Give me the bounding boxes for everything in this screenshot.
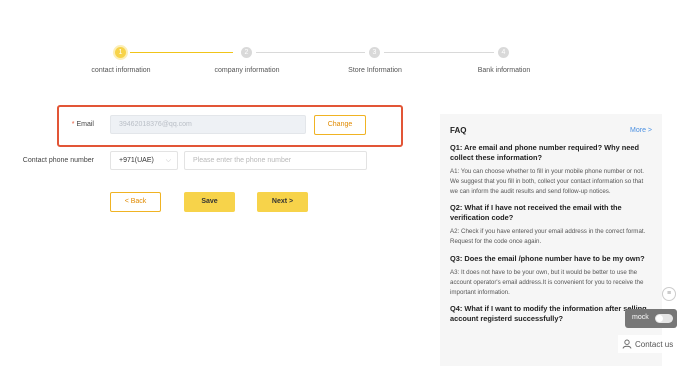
menu-icon[interactable]: ≡	[662, 287, 676, 301]
back-button[interactable]: < Back	[110, 192, 161, 212]
mock-label: mock	[632, 314, 649, 321]
country-code-select[interactable]: +971(UAE) ⌵	[110, 151, 178, 170]
progress-stepper: 1 2 3 4 contact information company info…	[0, 0, 698, 80]
step-connector	[384, 52, 494, 53]
required-mark: *	[71, 121, 75, 128]
step-3-indicator: 3	[369, 47, 380, 58]
mock-toggle[interactable]: mock	[625, 309, 677, 328]
faq-question: Q3: Does the email /phone number have to…	[450, 253, 645, 263]
faq-title: FAQ	[450, 126, 467, 135]
contact-us-button[interactable]: Contact us	[618, 335, 680, 353]
faq-answer: A3: It does not have to be your own, but…	[450, 268, 644, 296]
mock-switch[interactable]	[655, 314, 673, 323]
change-email-button[interactable]: Change	[314, 115, 366, 135]
phone-label: Contact phone number	[22, 157, 94, 164]
step-4-label: Bank information	[477, 67, 531, 74]
faq-answer: A2: Check if you have entered your email…	[450, 228, 646, 246]
next-button[interactable]: Next >	[257, 192, 308, 212]
faq-question: Q4: What if I want to modify the informa…	[450, 304, 647, 324]
faq-question: Q2: What if I have not received the emai…	[450, 203, 622, 223]
email-field[interactable]: 39462018376@qq.com	[110, 115, 306, 134]
step-connector	[256, 52, 365, 53]
step-4-indicator: 4	[498, 47, 509, 58]
email-label: * Email	[71, 121, 94, 128]
step-1-indicator: 1	[115, 47, 126, 58]
faq-answer: A1: You can choose whether to fill in yo…	[450, 168, 644, 195]
step-2-label: company information	[214, 67, 280, 74]
step-connector	[130, 52, 233, 53]
phone-number-input[interactable]: Please enter the phone number	[184, 151, 367, 170]
contact-us-label: Contact us	[635, 339, 674, 349]
save-button[interactable]: Save	[184, 192, 235, 212]
user-icon	[622, 339, 632, 349]
step-3-label: Store Information	[348, 67, 402, 74]
country-code-value: +971(UAE)	[119, 157, 154, 164]
faq-panel: FAQ More > Q1: Are email and phone numbe…	[440, 114, 662, 366]
step-1-label: contact information	[91, 67, 151, 74]
faq-question: Q1: Are email and phone number required?…	[450, 143, 640, 162]
step-2-indicator: 2	[241, 47, 252, 58]
switch-knob	[656, 315, 663, 322]
chevron-down-icon: ⌵	[165, 157, 171, 164]
faq-more-link[interactable]: More >	[630, 127, 652, 134]
